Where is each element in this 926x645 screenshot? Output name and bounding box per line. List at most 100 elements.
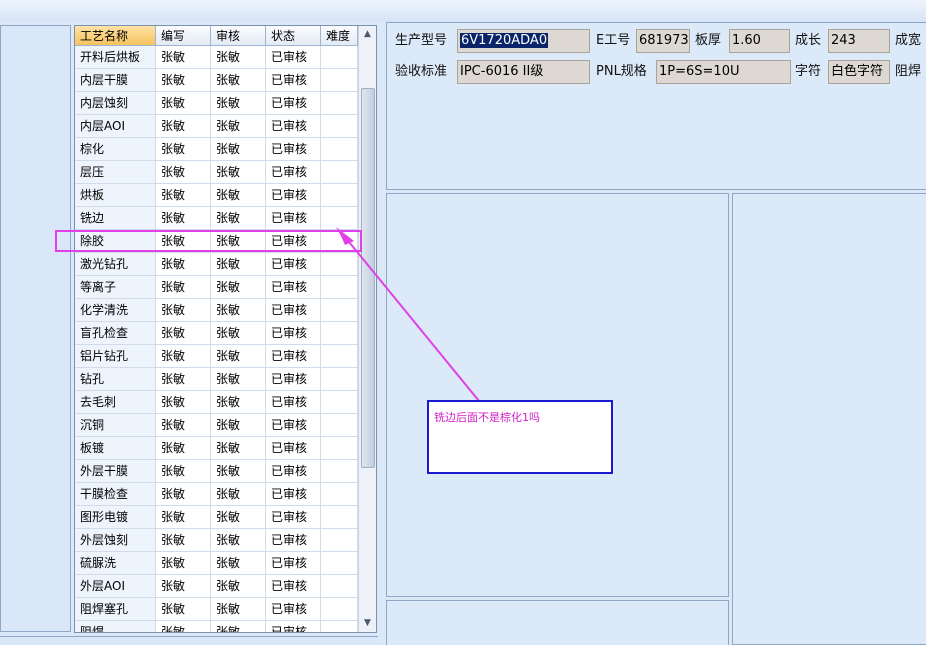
table-row[interactable]: 沉铜 张敏 张敏 已审核 — [75, 414, 358, 437]
cell-difficulty[interactable] — [321, 483, 358, 506]
cell-difficulty[interactable] — [321, 115, 358, 138]
cell-reviewer[interactable]: 张敏 — [211, 46, 266, 69]
table-row[interactable]: 干膜检查 张敏 张敏 已审核 — [75, 483, 358, 506]
cell-process[interactable]: 内层AOI — [75, 115, 156, 138]
cell-process[interactable]: 内层蚀刻 — [75, 92, 156, 115]
cell-status[interactable]: 已审核 — [266, 345, 321, 368]
cell-status[interactable]: 已审核 — [266, 138, 321, 161]
cell-difficulty[interactable] — [321, 391, 358, 414]
table-row[interactable]: 钻孔 张敏 张敏 已审核 — [75, 368, 358, 391]
cell-process[interactable]: 开料后烘板 — [75, 46, 156, 69]
cell-author[interactable]: 张敏 — [156, 253, 211, 276]
cell-author[interactable]: 张敏 — [156, 299, 211, 322]
cell-process[interactable]: 外层AOI — [75, 575, 156, 598]
cell-status[interactable]: 已审核 — [266, 529, 321, 552]
cell-reviewer[interactable]: 张敏 — [211, 69, 266, 92]
scroll-thumb[interactable] — [361, 88, 375, 468]
cell-reviewer[interactable]: 张敏 — [211, 276, 266, 299]
cell-reviewer[interactable]: 张敏 — [211, 391, 266, 414]
cell-difficulty[interactable] — [321, 322, 358, 345]
cell-process[interactable]: 阻焊塞孔 — [75, 598, 156, 621]
cell-difficulty[interactable] — [321, 368, 358, 391]
table-row[interactable]: 去毛刺 张敏 张敏 已审核 — [75, 391, 358, 414]
cell-difficulty[interactable] — [321, 552, 358, 575]
model-field[interactable]: 6V1720ADA0 — [457, 29, 590, 53]
cell-status[interactable]: 已审核 — [266, 253, 321, 276]
cell-status[interactable]: 已审核 — [266, 598, 321, 621]
table-row[interactable]: 内层干膜 张敏 张敏 已审核 — [75, 69, 358, 92]
cell-author[interactable]: 张敏 — [156, 92, 211, 115]
cell-status[interactable]: 已审核 — [266, 161, 321, 184]
cell-process[interactable]: 化学清洗 — [75, 299, 156, 322]
cell-author[interactable]: 张敏 — [156, 414, 211, 437]
cell-status[interactable]: 已审核 — [266, 368, 321, 391]
table-row[interactable]: 铝片钻孔 张敏 张敏 已审核 — [75, 345, 358, 368]
cell-reviewer[interactable]: 张敏 — [211, 529, 266, 552]
cell-process[interactable]: 激光钻孔 — [75, 253, 156, 276]
cell-status[interactable]: 已审核 — [266, 437, 321, 460]
cell-author[interactable]: 张敏 — [156, 483, 211, 506]
cell-difficulty[interactable] — [321, 460, 358, 483]
cell-process[interactable]: 外层干膜 — [75, 460, 156, 483]
cell-status[interactable]: 已审核 — [266, 575, 321, 598]
cell-status[interactable]: 已审核 — [266, 322, 321, 345]
cell-author[interactable]: 张敏 — [156, 552, 211, 575]
cell-status[interactable]: 已审核 — [266, 207, 321, 230]
table-row[interactable]: 烘板 张敏 张敏 已审核 — [75, 184, 358, 207]
cell-process[interactable]: 去毛刺 — [75, 391, 156, 414]
cell-difficulty[interactable] — [321, 276, 358, 299]
cell-difficulty[interactable] — [321, 414, 358, 437]
table-row[interactable]: 图形电镀 张敏 张敏 已审核 — [75, 506, 358, 529]
cell-difficulty[interactable] — [321, 207, 358, 230]
standard-field[interactable]: IPC-6016 II级 — [457, 60, 590, 84]
thickness-field[interactable]: 1.60 — [729, 29, 790, 53]
cell-author[interactable]: 张敏 — [156, 506, 211, 529]
cell-status[interactable]: 已审核 — [266, 69, 321, 92]
cell-reviewer[interactable]: 张敏 — [211, 552, 266, 575]
cell-status[interactable]: 已审核 — [266, 299, 321, 322]
cell-reviewer[interactable]: 张敏 — [211, 322, 266, 345]
col-header-author[interactable]: 编写 — [156, 26, 211, 46]
cell-reviewer[interactable]: 张敏 — [211, 253, 266, 276]
cell-reviewer[interactable]: 张敏 — [211, 161, 266, 184]
process-grid[interactable]: 工艺名称 编写 审核 状态 难度 开料后烘板 张敏 张敏 已审核 内层干膜 张敏 张敏 已审核… — [74, 25, 377, 633]
cell-author[interactable]: 张敏 — [156, 460, 211, 483]
cell-reviewer[interactable]: 张敏 — [211, 483, 266, 506]
cell-reviewer[interactable]: 张敏 — [211, 345, 266, 368]
cell-author[interactable]: 张敏 — [156, 575, 211, 598]
cell-author[interactable]: 张敏 — [156, 184, 211, 207]
table-row[interactable]: 激光钻孔 张敏 张敏 已审核 — [75, 253, 358, 276]
table-row[interactable]: 阻焊塞孔 张敏 张敏 已审核 — [75, 598, 358, 621]
cell-status[interactable]: 已审核 — [266, 46, 321, 69]
cell-reviewer[interactable]: 张敏 — [211, 207, 266, 230]
scroll-down-icon[interactable]: ▼ — [359, 615, 376, 632]
cell-reviewer[interactable]: 张敏 — [211, 575, 266, 598]
cell-process[interactable]: 烘板 — [75, 184, 156, 207]
cell-reviewer[interactable]: 张敏 — [211, 92, 266, 115]
cell-reviewer[interactable]: 张敏 — [211, 299, 266, 322]
table-row[interactable]: 外层干膜 张敏 张敏 已审核 — [75, 460, 358, 483]
cell-process[interactable]: 铝片钻孔 — [75, 345, 156, 368]
cell-difficulty[interactable] — [321, 598, 358, 621]
cell-difficulty[interactable] — [321, 46, 358, 69]
cell-process[interactable]: 内层干膜 — [75, 69, 156, 92]
cell-process[interactable]: 板镀 — [75, 437, 156, 460]
cell-status[interactable]: 已审核 — [266, 552, 321, 575]
cell-author[interactable]: 张敏 — [156, 621, 211, 632]
cell-status[interactable]: 已审核 — [266, 276, 321, 299]
cell-process[interactable]: 图形电镀 — [75, 506, 156, 529]
eno-field[interactable]: 681973 — [636, 29, 690, 53]
table-row[interactable]: 化学清洗 张敏 张敏 已审核 — [75, 299, 358, 322]
cell-author[interactable]: 张敏 — [156, 368, 211, 391]
cell-difficulty[interactable] — [321, 184, 358, 207]
cell-status[interactable]: 已审核 — [266, 414, 321, 437]
cell-author[interactable]: 张敏 — [156, 345, 211, 368]
cell-difficulty[interactable] — [321, 161, 358, 184]
cell-reviewer[interactable]: 张敏 — [211, 184, 266, 207]
table-row[interactable]: 层压 张敏 张敏 已审核 — [75, 161, 358, 184]
cell-status[interactable]: 已审核 — [266, 92, 321, 115]
cell-process[interactable]: 钻孔 — [75, 368, 156, 391]
cell-author[interactable]: 张敏 — [156, 46, 211, 69]
cell-process[interactable]: 盲孔检查 — [75, 322, 156, 345]
cell-reviewer[interactable]: 张敏 — [211, 621, 266, 632]
